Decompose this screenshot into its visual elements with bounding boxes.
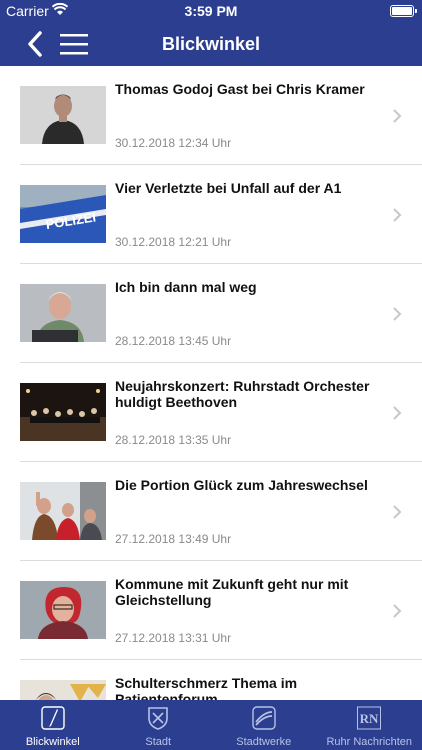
article-date: 28.12.2018 13:35 Uhr	[115, 433, 232, 447]
article-date: 27.12.2018 13:31 Uhr	[115, 631, 232, 645]
status-bar: Carrier 3:59 PM	[0, 0, 422, 22]
chevron-right-icon	[393, 505, 402, 519]
article-list: Thomas Godoj Gast bei Chris Kramer 30.12…	[0, 66, 422, 700]
tab-bar: Blickwinkel Stadt Stadtwerke RN Ruhr Nac…	[0, 700, 422, 750]
article-row[interactable]: Thomas Godoj Gast bei Chris Kramer 30.12…	[0, 66, 422, 165]
article-date: 28.12.2018 13:45 Uhr	[115, 334, 232, 348]
rn-logo-text: RN	[360, 711, 379, 726]
article-title: Ich bin dann mal weg	[115, 279, 257, 295]
page-title: Blickwinkel	[161, 34, 261, 54]
status-time: 3:59 PM	[184, 3, 238, 19]
chevron-right-icon	[393, 109, 402, 123]
tab-label: Blickwinkel	[25, 736, 80, 748]
chevron-right-icon	[393, 208, 402, 222]
article-row[interactable]: Neujahrskonzert: Ruhrstadt Orchester hul…	[0, 363, 422, 462]
city-crest-icon	[148, 707, 169, 730]
chevron-right-icon	[393, 406, 402, 420]
navigation-bar: Blickwinkel	[0, 22, 422, 66]
article-date: 27.12.2018 13:49 Uhr	[115, 532, 232, 546]
article-thumbnail	[20, 383, 106, 441]
article-thumbnail	[20, 86, 106, 144]
article-row[interactable]: Ich bin dann mal weg 28.12.2018 13:45 Uh…	[0, 264, 422, 363]
article-thumbnail	[20, 284, 106, 342]
article-row[interactable]: Kommune mit Zukunft geht nur mit Gleichs…	[0, 561, 422, 660]
tab-stadtwerke[interactable]: Stadtwerke	[211, 700, 317, 750]
battery-icon	[390, 5, 417, 17]
article-title: Schulterschmerz Thema im Patientenforum	[115, 675, 298, 700]
stadtwerke-logo-icon	[252, 706, 276, 730]
tab-label: Stadtwerke	[236, 736, 292, 748]
article-thumbnail: POLIZEI	[20, 185, 106, 243]
tab-label: Ruhr Nachrichten	[326, 736, 413, 748]
article-date: 30.12.2018 12:34 Uhr	[115, 136, 232, 150]
article-title: Die Portion Glück zum Jahreswechsel	[115, 477, 368, 493]
article-row[interactable]: POLIZEI Vier Verletzte bei Unfall auf de…	[0, 165, 422, 264]
article-row[interactable]: Schulterschmerz Thema im Patientenforum	[0, 660, 422, 700]
article-thumbnail	[20, 581, 106, 639]
article-title: Kommune mit Zukunft geht nur mit Gleichs…	[115, 576, 349, 608]
article-thumbnail	[20, 680, 106, 700]
chevron-right-icon	[393, 604, 402, 618]
pen-icon	[41, 706, 65, 730]
tab-stadt[interactable]: Stadt	[106, 700, 212, 750]
article-title: Neujahrskonzert: Ruhrstadt Orchester hul…	[115, 378, 370, 410]
tab-ruhr-nachrichten[interactable]: RN Ruhr Nachrichten	[317, 700, 422, 750]
tab-label: Stadt	[145, 736, 172, 748]
tab-blickwinkel[interactable]: Blickwinkel	[0, 700, 106, 750]
article-title: Thomas Godoj Gast bei Chris Kramer	[115, 81, 365, 97]
chevron-right-icon	[393, 307, 402, 321]
article-title: Vier Verletzte bei Unfall auf der A1	[115, 180, 342, 196]
article-date: 30.12.2018 12:21 Uhr	[115, 235, 232, 249]
article-row[interactable]: Die Portion Glück zum Jahreswechsel 27.1…	[0, 462, 422, 561]
rn-logo-icon: RN	[357, 706, 382, 730]
article-thumbnail	[20, 482, 106, 540]
